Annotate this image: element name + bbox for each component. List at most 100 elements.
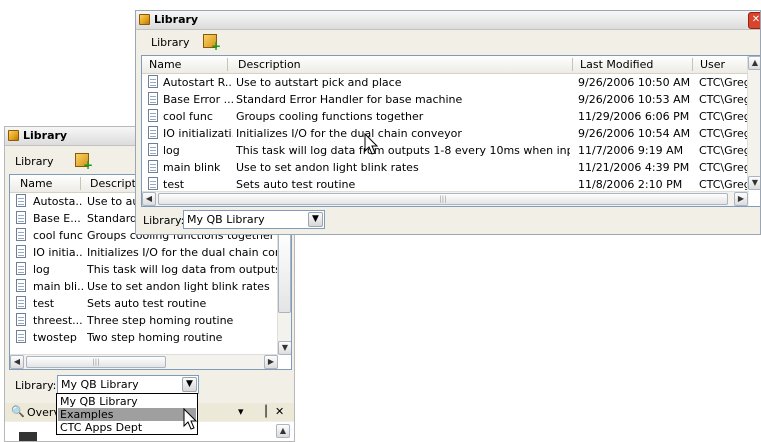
document-icon (16, 279, 26, 292)
document-icon (148, 126, 158, 139)
front-list-header: Name Description Last Modified User (142, 56, 760, 74)
back-scroll-right-button[interactable]: ▶ (264, 355, 278, 369)
document-icon (16, 194, 26, 207)
document-icon (148, 109, 158, 122)
back-list-row[interactable]: threest... Three step homing routine (10, 312, 278, 329)
back-list-row[interactable]: main bli... Use to set andon light blink… (10, 278, 278, 295)
document-icon (16, 330, 26, 343)
front-window-title: Library (154, 13, 199, 26)
front-library-label: Library: (143, 214, 185, 227)
back-library-combo-value: My QB Library (61, 378, 139, 391)
front-column-name[interactable]: Name (149, 58, 224, 71)
front-library-combo-value: My QB Library (187, 213, 265, 226)
back-row-name: test (33, 297, 55, 310)
front-scroll-up-button[interactable]: ▲ (748, 56, 760, 70)
front-row-description: This task will log data from outputs 1-8… (236, 144, 570, 157)
back-row-description: Two step homing routine (87, 331, 223, 344)
front-list-row[interactable]: log This task will log data from outputs… (142, 142, 748, 159)
dropdown-option-my-qb-library[interactable]: My QB Library (58, 395, 196, 408)
front-list-horizontal-scrollbar[interactable]: ◀ ||| ▶ (142, 191, 749, 206)
back-column-name[interactable]: Name (20, 177, 75, 190)
back-row-name: cool func (33, 229, 83, 242)
front-row-description: Sets auto test routine (236, 178, 356, 190)
library-cube-icon (139, 14, 150, 25)
front-library-list: Name Description Last Modified User Auto… (141, 55, 760, 207)
dropdown-option-ctc-apps-dept[interactable]: CTC Apps Dept (58, 421, 196, 434)
back-row-name: Base E... (33, 212, 81, 225)
back-row-description: Use to set andon light blink rates (87, 280, 270, 293)
overview-scroll-up-button[interactable]: ▲ (276, 424, 290, 438)
front-list-row[interactable]: test Sets auto test routine 11/8/2006 2:… (142, 176, 748, 190)
back-horizontal-scroll-thumb[interactable]: ||| (26, 356, 166, 368)
front-horizontal-scroll-thumb[interactable]: ||| (158, 193, 728, 205)
front-row-user: CTC\Greg (699, 144, 748, 157)
front-list-row[interactable]: Autostart R... Use to autstart pick and … (142, 74, 748, 91)
back-toolbar-library-menu[interactable]: Library (15, 155, 53, 168)
back-window-title: Library (23, 129, 68, 142)
front-row-name: main blink (163, 161, 221, 174)
front-row-description: Use to set andon light blink rates (236, 161, 419, 174)
front-list-row[interactable]: main blink Use to set andon light blink … (142, 159, 748, 176)
back-list-row[interactable]: twostep Two step homing routine (10, 329, 278, 346)
back-scroll-left-button[interactable]: ◀ (10, 355, 24, 369)
front-row-name: cool func (163, 110, 213, 123)
library-dropdown-list: My QB Library Examples CTC Apps Dept (56, 393, 198, 435)
back-library-combo[interactable]: My QB Library ▼ (57, 375, 199, 394)
front-window-toolbar: Library (136, 31, 760, 53)
front-list-row[interactable]: IO initializati... Initializes I/O for t… (142, 125, 748, 142)
mouse-pointer-icon (183, 408, 198, 430)
back-row-name: log (33, 263, 50, 276)
add-library-icon[interactable] (75, 153, 93, 172)
close-icon[interactable]: ✕ (275, 405, 284, 418)
back-list-row[interactable]: test Sets auto test routine (10, 295, 278, 312)
back-row-description: Three step homing routine (87, 314, 234, 327)
magnifier-icon: 🔍 (11, 405, 25, 418)
back-list-row[interactable]: IO initia... Initializes I/O for the dua… (10, 244, 278, 261)
front-row-description: Groups cooling functions together (236, 110, 424, 123)
add-library-icon[interactable] (203, 34, 221, 53)
front-list-row[interactable]: cool func Groups cooling functions toget… (142, 108, 748, 125)
document-icon (148, 92, 158, 105)
front-scroll-down-button[interactable]: ▼ (748, 176, 760, 190)
back-list-horizontal-scrollbar[interactable]: ◀ ||| ▶ (10, 354, 278, 369)
back-list-row[interactable]: log This task will log data from outputs… (10, 261, 278, 278)
back-scroll-down-button[interactable]: ▼ (278, 341, 291, 355)
back-library-label: Library: (15, 379, 57, 392)
document-icon (16, 245, 26, 258)
back-column-description[interactable]: Descripti (90, 177, 140, 190)
front-row-name: test (163, 178, 185, 190)
front-row-user: CTC\Greg (699, 110, 748, 123)
back-row-name: IO initia... (33, 246, 83, 259)
front-library-combo[interactable]: My QB Library ▼ (183, 210, 325, 229)
document-icon (148, 143, 158, 156)
chevron-down-icon[interactable]: ▼ (308, 212, 323, 227)
document-icon (16, 211, 26, 224)
front-column-user[interactable]: User (700, 58, 750, 71)
front-row-modified: 11/7/2006 9:19 AM (578, 144, 684, 157)
document-icon (148, 160, 158, 173)
back-row-description: This task will log data from outputs 1-8… (87, 263, 277, 276)
document-icon (148, 75, 158, 88)
pin-icon[interactable]: ▕ (258, 405, 266, 418)
front-list-row[interactable]: Base Error ... Standard Error Handler fo… (142, 91, 748, 108)
front-row-user: CTC\Greg (699, 127, 748, 140)
back-row-description: Sets auto test routine (87, 297, 207, 310)
panel-menu-icon[interactable]: ▾ (238, 405, 244, 418)
overview-preview-icon (19, 432, 37, 441)
dropdown-option-examples[interactable]: Examples (58, 408, 196, 421)
front-toolbar-library-menu[interactable]: Library (151, 36, 189, 49)
front-row-name: log (163, 144, 180, 157)
front-row-modified: 9/26/2006 10:53 AM (578, 93, 691, 106)
front-scroll-left-button[interactable]: ◀ (142, 192, 156, 206)
front-row-modified: 11/8/2006 2:10 PM (578, 178, 683, 190)
document-icon (16, 228, 26, 241)
chevron-down-icon[interactable]: ▼ (182, 377, 197, 392)
front-scroll-right-button[interactable]: ▶ (734, 192, 748, 206)
front-list-vertical-scrollbar[interactable]: ▲ ▼ (747, 56, 760, 190)
front-column-last-modified[interactable]: Last Modified (580, 58, 690, 71)
back-vertical-scroll-thumb[interactable] (278, 233, 291, 313)
front-window-titlebar[interactable]: Library ✕ (136, 11, 760, 30)
document-icon (16, 262, 26, 275)
close-window-button[interactable]: ✕ (748, 12, 760, 29)
front-column-description[interactable]: Description (238, 58, 568, 71)
